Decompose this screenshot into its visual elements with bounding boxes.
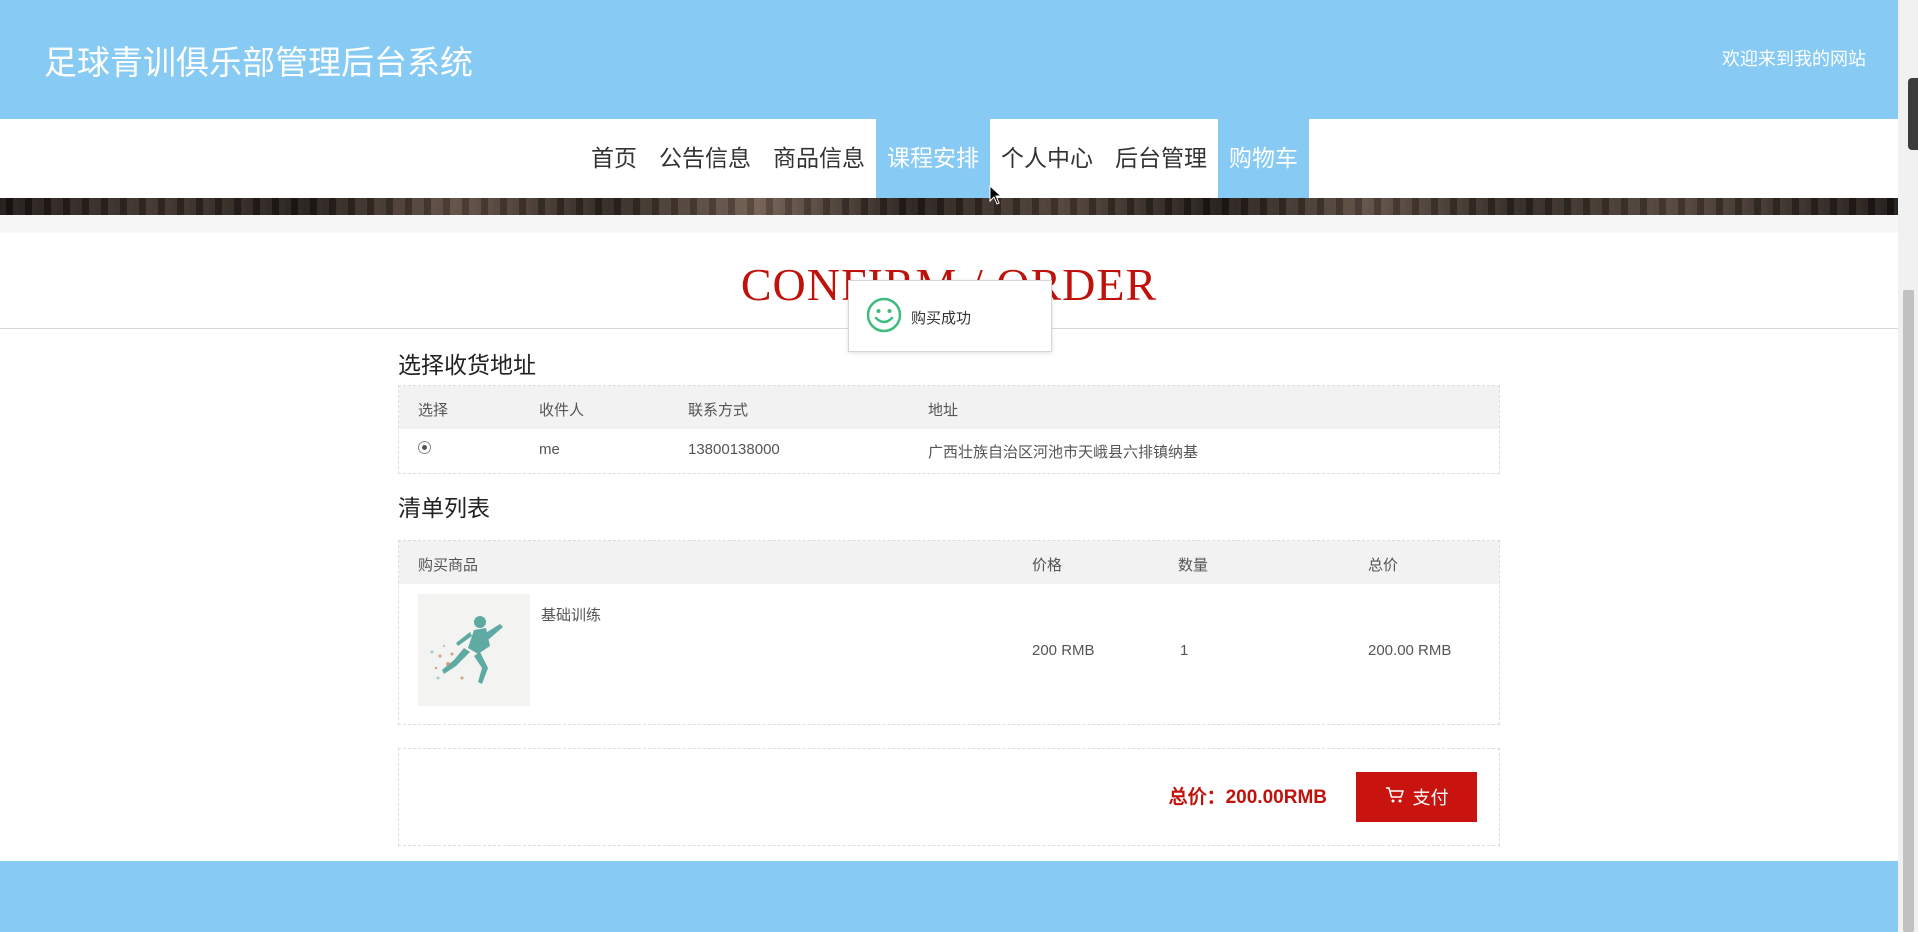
- nav-item-course-schedule[interactable]: 课程安排: [876, 119, 990, 198]
- mouse-cursor-icon: [989, 184, 1003, 205]
- order-table: 购买商品 价格 数量 总价 基础训练 200 RMB 1 200.00 RMB: [398, 540, 1500, 725]
- site-footer: [0, 861, 1898, 932]
- site-header: 足球青训俱乐部管理后台系统 欢迎来到我的网站: [0, 0, 1898, 119]
- main-nav: 首页 公告信息 商品信息 课程安排 个人中心 后台管理 购物车: [0, 119, 1898, 198]
- recipient-phone: 13800138000: [688, 441, 780, 458]
- total-amount: 总价：200.00RMB: [1168, 787, 1327, 808]
- nav-item-products[interactable]: 商品信息: [762, 119, 876, 198]
- nav-item-home[interactable]: 首页: [580, 119, 648, 198]
- toast-text: 购买成功: [911, 310, 972, 327]
- nav-item-announcements[interactable]: 公告信息: [648, 119, 762, 198]
- nav-item-personal-center[interactable]: 个人中心: [990, 119, 1104, 198]
- page: 足球青训俱乐部管理后台系统 欢迎来到我的网站 首页 公告信息 商品信息 课程安排…: [0, 0, 1898, 932]
- product-price: 200 RMB: [1032, 642, 1095, 659]
- col-phone: 联系方式: [688, 402, 749, 419]
- col-price: 价格: [1032, 557, 1063, 574]
- recipient-name: me: [539, 441, 560, 458]
- recipient-address: 广西壮族自治区河池市天峨县六排镇纳基: [928, 444, 1199, 461]
- toast-message: 购买成功: [848, 280, 1052, 352]
- col-total: 总价: [1368, 557, 1399, 574]
- scrollbar-thumb[interactable]: [1903, 290, 1914, 932]
- order-table-header: 购买商品 价格 数量 总价: [399, 541, 1499, 584]
- table-row[interactable]: me 13800138000 广西壮族自治区河池市天峨县六排镇纳基: [399, 429, 1499, 473]
- order-section-title: 清单列表: [398, 495, 490, 521]
- gray-strip: [0, 215, 1898, 233]
- side-widget: [1908, 78, 1918, 150]
- address-table-header: 选择 收件人 联系方式 地址: [399, 386, 1499, 429]
- banner-image-strip: [0, 198, 1898, 215]
- address-table: 选择 收件人 联系方式 地址 me 13800138000 广西壮族自治区河池市…: [398, 385, 1500, 474]
- product-quantity: 1: [1180, 642, 1189, 659]
- col-product: 购买商品: [418, 557, 479, 574]
- site-title: 足球青训俱乐部管理后台系统: [44, 44, 473, 81]
- product-image[interactable]: [418, 594, 530, 706]
- pay-label: 支付: [1412, 788, 1449, 808]
- col-address: 地址: [928, 402, 959, 419]
- col-select: 选择: [418, 402, 449, 419]
- order-summary: 总价：200.00RMB 支付: [398, 748, 1500, 846]
- col-recipient: 收件人: [539, 402, 585, 419]
- product-name[interactable]: 基础训练: [541, 604, 601, 625]
- address-section-title: 选择收货地址: [398, 352, 536, 378]
- nav-list: 首页 公告信息 商品信息 课程安排 个人中心 后台管理 购物车: [580, 119, 1309, 198]
- cart-icon: [1385, 786, 1405, 809]
- smile-icon: [866, 297, 902, 333]
- welcome-text: 欢迎来到我的网站: [1722, 49, 1866, 69]
- product-total: 200.00 RMB: [1368, 642, 1452, 659]
- address-radio[interactable]: [418, 441, 431, 454]
- pay-button[interactable]: 支付: [1356, 772, 1477, 822]
- col-quantity: 数量: [1178, 557, 1209, 574]
- nav-item-cart[interactable]: 购物车: [1218, 119, 1309, 198]
- table-row: 基础训练 200 RMB 1 200.00 RMB: [399, 584, 1499, 724]
- nav-item-admin[interactable]: 后台管理: [1104, 119, 1218, 198]
